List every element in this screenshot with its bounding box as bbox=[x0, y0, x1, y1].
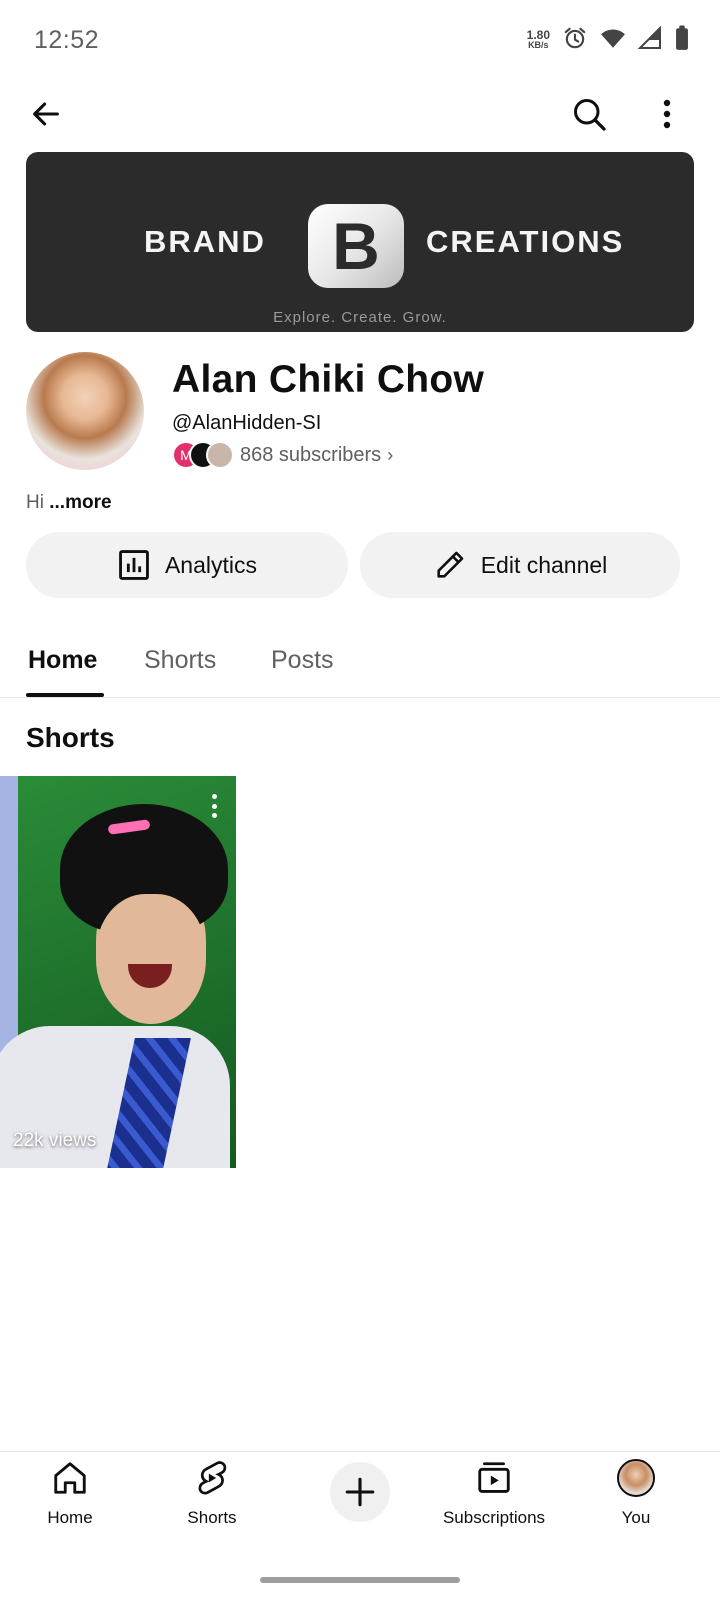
status-bar: 12:52 1.80 KB/s bbox=[0, 0, 720, 80]
status-icons: 1.80 KB/s bbox=[527, 24, 690, 56]
channel-handle: @AlanHidden-SI bbox=[172, 412, 322, 434]
analytics-icon bbox=[119, 550, 149, 580]
description-text: Hi bbox=[26, 492, 44, 513]
search-button[interactable] bbox=[565, 90, 613, 138]
nav-shorts[interactable]: Shorts bbox=[147, 1458, 277, 1534]
subscribers-row[interactable]: M 868 subscribers › bbox=[172, 440, 393, 470]
channel-tabs: Home Shorts Posts bbox=[0, 620, 720, 698]
top-app-bar bbox=[0, 80, 720, 152]
subscriber-avatar bbox=[206, 441, 234, 469]
channel-avatar[interactable] bbox=[26, 352, 144, 470]
pencil-icon bbox=[437, 551, 464, 578]
nav-home[interactable]: Home bbox=[5, 1458, 135, 1534]
subscriber-avatars: M bbox=[172, 441, 234, 469]
short-more-button[interactable] bbox=[204, 790, 224, 822]
create-plus-icon bbox=[345, 1477, 375, 1507]
thumbnail-face-lower bbox=[96, 894, 206, 1024]
alarm-icon bbox=[562, 25, 588, 56]
network-speed-unit: KB/s bbox=[528, 40, 549, 50]
shorts-icon bbox=[192, 1458, 232, 1498]
back-arrow-icon bbox=[33, 102, 59, 126]
banner-logo: B bbox=[308, 204, 404, 288]
subscriber-count: 868 subscribers bbox=[240, 443, 382, 466]
home-gesture-bar bbox=[260, 1577, 460, 1583]
network-speed: 1.80 KB/s bbox=[526, 28, 550, 50]
home-icon bbox=[50, 1458, 90, 1498]
tab-home[interactable]: Home bbox=[28, 646, 97, 675]
more-options-button[interactable] bbox=[643, 90, 691, 138]
section-title-shorts: Shorts bbox=[26, 722, 115, 753]
back-button[interactable] bbox=[22, 90, 70, 138]
wifi-icon bbox=[600, 26, 626, 55]
search-icon bbox=[574, 99, 606, 131]
battery-icon bbox=[674, 25, 690, 56]
nav-you[interactable]: You bbox=[571, 1458, 701, 1534]
banner-tagline: Explore. Create. Grow. bbox=[273, 309, 447, 326]
channel-name: Alan Chiki Chow bbox=[172, 358, 485, 401]
more-link[interactable]: ...more bbox=[49, 492, 111, 513]
status-time: 12:52 bbox=[34, 26, 100, 54]
you-avatar bbox=[617, 1459, 655, 1497]
short-view-count: 22k views bbox=[13, 1130, 97, 1151]
nav-shorts-label: Shorts bbox=[187, 1508, 237, 1527]
you-avatar-icon bbox=[616, 1458, 656, 1498]
chevron-right-icon: › bbox=[387, 444, 394, 465]
tab-posts[interactable]: Posts bbox=[271, 646, 334, 675]
analytics-label: Analytics bbox=[164, 551, 258, 578]
create-button[interactable] bbox=[330, 1462, 390, 1522]
more-vert-icon bbox=[663, 99, 671, 129]
edit-channel-label: Edit channel bbox=[480, 551, 608, 578]
network-speed-value: 1.80 bbox=[526, 28, 550, 42]
subscriptions-icon bbox=[474, 1458, 514, 1498]
banner-right-text: CREATIONS bbox=[426, 224, 625, 259]
edit-channel-button[interactable]: Edit channel bbox=[360, 532, 680, 598]
tab-active-indicator bbox=[26, 693, 104, 697]
analytics-button[interactable]: Analytics bbox=[26, 532, 348, 598]
channel-description[interactable]: Hi ...more bbox=[26, 492, 112, 514]
signal-icon bbox=[637, 25, 662, 55]
nav-subscriptions-label: Subscriptions bbox=[442, 1508, 546, 1527]
channel-banner: BRAND B CREATIONS Explore. Create. Grow. bbox=[26, 152, 694, 332]
short-thumbnail[interactable]: 22k views bbox=[0, 776, 236, 1168]
banner-logo-letter: B bbox=[332, 209, 380, 283]
tab-shorts[interactable]: Shorts bbox=[144, 646, 216, 675]
banner-left-text: BRAND bbox=[144, 224, 266, 259]
nav-subscriptions[interactable]: Subscriptions bbox=[429, 1458, 559, 1534]
nav-home-label: Home bbox=[47, 1508, 93, 1527]
nav-you-label: You bbox=[621, 1508, 651, 1527]
